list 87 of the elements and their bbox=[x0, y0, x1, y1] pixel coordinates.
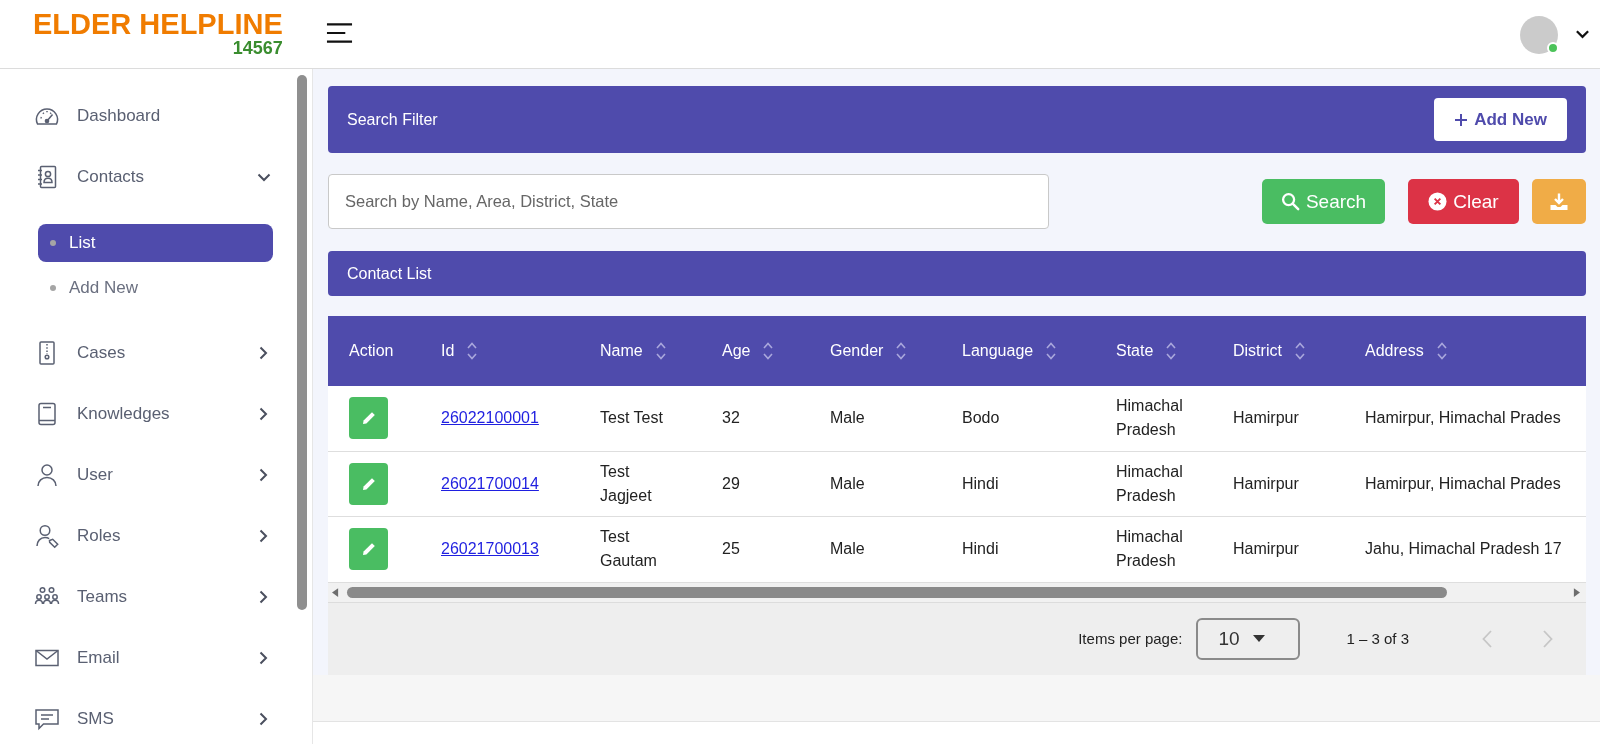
caret-down-icon bbox=[1252, 635, 1265, 642]
range-label: 1 – 3 of 3 bbox=[1346, 630, 1409, 647]
table-cell-text: Hindi bbox=[962, 539, 999, 560]
column-header[interactable]: Name bbox=[600, 342, 643, 360]
table-cell-text: Test Gautam bbox=[600, 527, 658, 572]
page-size-select[interactable]: 10 bbox=[1196, 617, 1301, 660]
clear-button[interactable]: Clear bbox=[1408, 179, 1519, 224]
scrollbar-thumb[interactable] bbox=[347, 586, 1447, 598]
bullet-icon bbox=[50, 285, 56, 291]
sidebar-item[interactable]: Roles bbox=[34, 516, 272, 556]
sort-icon[interactable] bbox=[1165, 341, 1178, 361]
table-cell-text: Male bbox=[830, 408, 865, 429]
add-new-button[interactable]: Add New bbox=[1434, 98, 1567, 141]
x-circle-icon bbox=[1428, 192, 1448, 211]
pencil-icon bbox=[360, 541, 377, 558]
triangle-left-icon[interactable] bbox=[332, 587, 339, 597]
user-icon bbox=[34, 462, 60, 488]
section-title: Search Filter bbox=[347, 110, 438, 129]
column-header[interactable]: Gender bbox=[830, 342, 884, 360]
submenu-item[interactable]: List bbox=[38, 224, 273, 262]
sidebar-item[interactable]: Dashboard bbox=[34, 96, 272, 136]
sidebar-item[interactable]: Teams bbox=[34, 577, 272, 617]
column-header[interactable]: Language bbox=[962, 342, 1034, 360]
table-cell-text: Himachal Pradesh bbox=[1116, 461, 1184, 506]
column-header[interactable]: Address bbox=[1365, 342, 1424, 360]
sidebar-item[interactable]: Email bbox=[34, 638, 272, 678]
column-header[interactable]: Age bbox=[722, 342, 751, 360]
download-icon bbox=[1549, 191, 1569, 212]
scrollbar-thumb[interactable] bbox=[297, 75, 307, 610]
table-cell-text: Himachal Pradesh bbox=[1116, 396, 1184, 441]
submenu-item[interactable]: Add New bbox=[38, 269, 273, 307]
sort-icon[interactable] bbox=[1435, 341, 1448, 361]
chevron-down-icon[interactable] bbox=[1575, 29, 1590, 39]
items-per-page-label: Items per page: bbox=[1078, 630, 1183, 647]
table-cell-text: Test Jagjeet bbox=[600, 461, 653, 506]
table-cell-text: 25 bbox=[722, 539, 740, 560]
sort-icon[interactable] bbox=[654, 341, 667, 361]
table-cell-text: Hamirpur, Himachal Prades bbox=[1365, 408, 1561, 429]
column-header[interactable]: State bbox=[1116, 342, 1154, 360]
table-cell-text: 32 bbox=[722, 408, 740, 429]
logo-title: ELDER HELPLINE bbox=[33, 11, 283, 38]
download-button[interactable] bbox=[1532, 179, 1586, 224]
table-cell-text: Male bbox=[830, 539, 865, 560]
bullet-icon bbox=[50, 240, 56, 246]
sort-icon[interactable] bbox=[895, 341, 908, 361]
table-cell-text: Test Test bbox=[600, 408, 663, 429]
id-link[interactable]: 26022100001 bbox=[441, 409, 539, 428]
chat-bubble-icon bbox=[34, 706, 60, 732]
column-header[interactable]: Id bbox=[441, 342, 455, 360]
sidebar-item[interactable]: Cases bbox=[34, 333, 272, 373]
table-cell-text: Male bbox=[830, 473, 865, 494]
sort-icon[interactable] bbox=[762, 341, 775, 361]
logo-number: 14567 bbox=[232, 40, 283, 57]
triangle-right-icon[interactable] bbox=[1573, 587, 1580, 597]
column-header: Action bbox=[349, 342, 394, 360]
table-cell-text: 29 bbox=[722, 473, 740, 494]
id-link[interactable]: 26021700014 bbox=[441, 474, 539, 493]
table-cell-text: Hamirpur bbox=[1233, 473, 1299, 494]
table-cell-text: Hamirpur bbox=[1233, 408, 1299, 429]
pencil-icon bbox=[360, 410, 377, 427]
table-cell-text: Bodo bbox=[962, 408, 1000, 429]
sidebar-item[interactable]: Knowledges bbox=[34, 394, 272, 434]
avatar[interactable] bbox=[1520, 16, 1558, 54]
edit-button[interactable] bbox=[349, 528, 388, 571]
id-link[interactable]: 26021700013 bbox=[441, 540, 539, 559]
sidebar-item[interactable]: Contacts bbox=[34, 157, 272, 197]
table-cell-text: Hamirpur bbox=[1233, 539, 1299, 560]
menu-icon[interactable] bbox=[325, 22, 353, 44]
edit-button[interactable] bbox=[349, 397, 388, 440]
table-cell-text: Hamirpur, Himachal Prades bbox=[1365, 473, 1561, 494]
search-icon bbox=[1280, 192, 1300, 211]
sidebar-item[interactable]: SMS bbox=[34, 699, 272, 739]
table-cell-text: Jahu, Himachal Pradesh 17 bbox=[1365, 539, 1562, 560]
chevron-left-icon bbox=[1482, 629, 1492, 648]
table-cell-text: Hindi bbox=[962, 473, 999, 494]
chevron-right-icon bbox=[1543, 629, 1553, 648]
edit-button[interactable] bbox=[349, 462, 388, 505]
sort-icon[interactable] bbox=[1045, 341, 1058, 361]
search-field[interactable]: Search by Name, Area, District, State bbox=[328, 174, 1049, 229]
plus-icon bbox=[1454, 112, 1469, 127]
sort-icon[interactable] bbox=[1293, 341, 1306, 361]
section-title: Contact List bbox=[347, 264, 432, 283]
sidebar-item[interactable]: User bbox=[34, 455, 272, 495]
sort-icon[interactable] bbox=[466, 341, 479, 361]
column-header[interactable]: District bbox=[1233, 342, 1282, 360]
person-tag-icon bbox=[34, 523, 60, 549]
table-cell-text: Himachal Pradesh bbox=[1116, 527, 1184, 572]
